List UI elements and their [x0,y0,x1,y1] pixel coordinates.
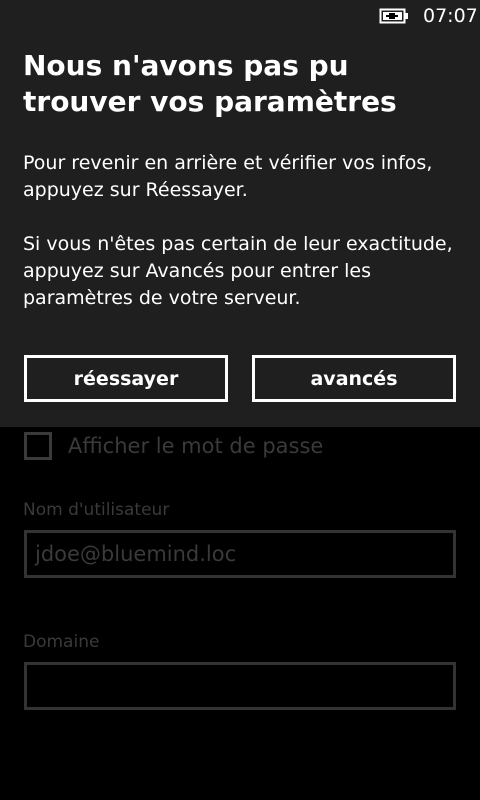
retry-button[interactable]: réessayer [24,355,228,402]
clock: 07:07 [423,5,478,27]
domain-field[interactable] [24,662,456,710]
username-label: Nom d'utilisateur [23,500,170,520]
advanced-button[interactable]: avancés [252,355,456,402]
battery-charging-icon [379,8,408,24]
dialog-title: Nous n'avons pas pu trouver vos paramètr… [23,49,397,118]
dialog-message-advanced: Si vous n'êtes pas certain de leur exact… [23,233,453,309]
domain-label: Domaine [23,632,100,652]
status-bar: 07:07 [0,0,480,32]
settings-not-found-dialog: Nous n'avons pas pu trouver vos paramètr… [0,0,480,427]
show-password-label: Afficher le mot de passe [68,434,324,458]
username-field[interactable]: jdoe@bluemind.loc [24,530,456,578]
dialog-message-retry: Pour revenir en arrière et vérifier vos … [23,152,433,201]
show-password-checkbox[interactable] [24,432,52,460]
